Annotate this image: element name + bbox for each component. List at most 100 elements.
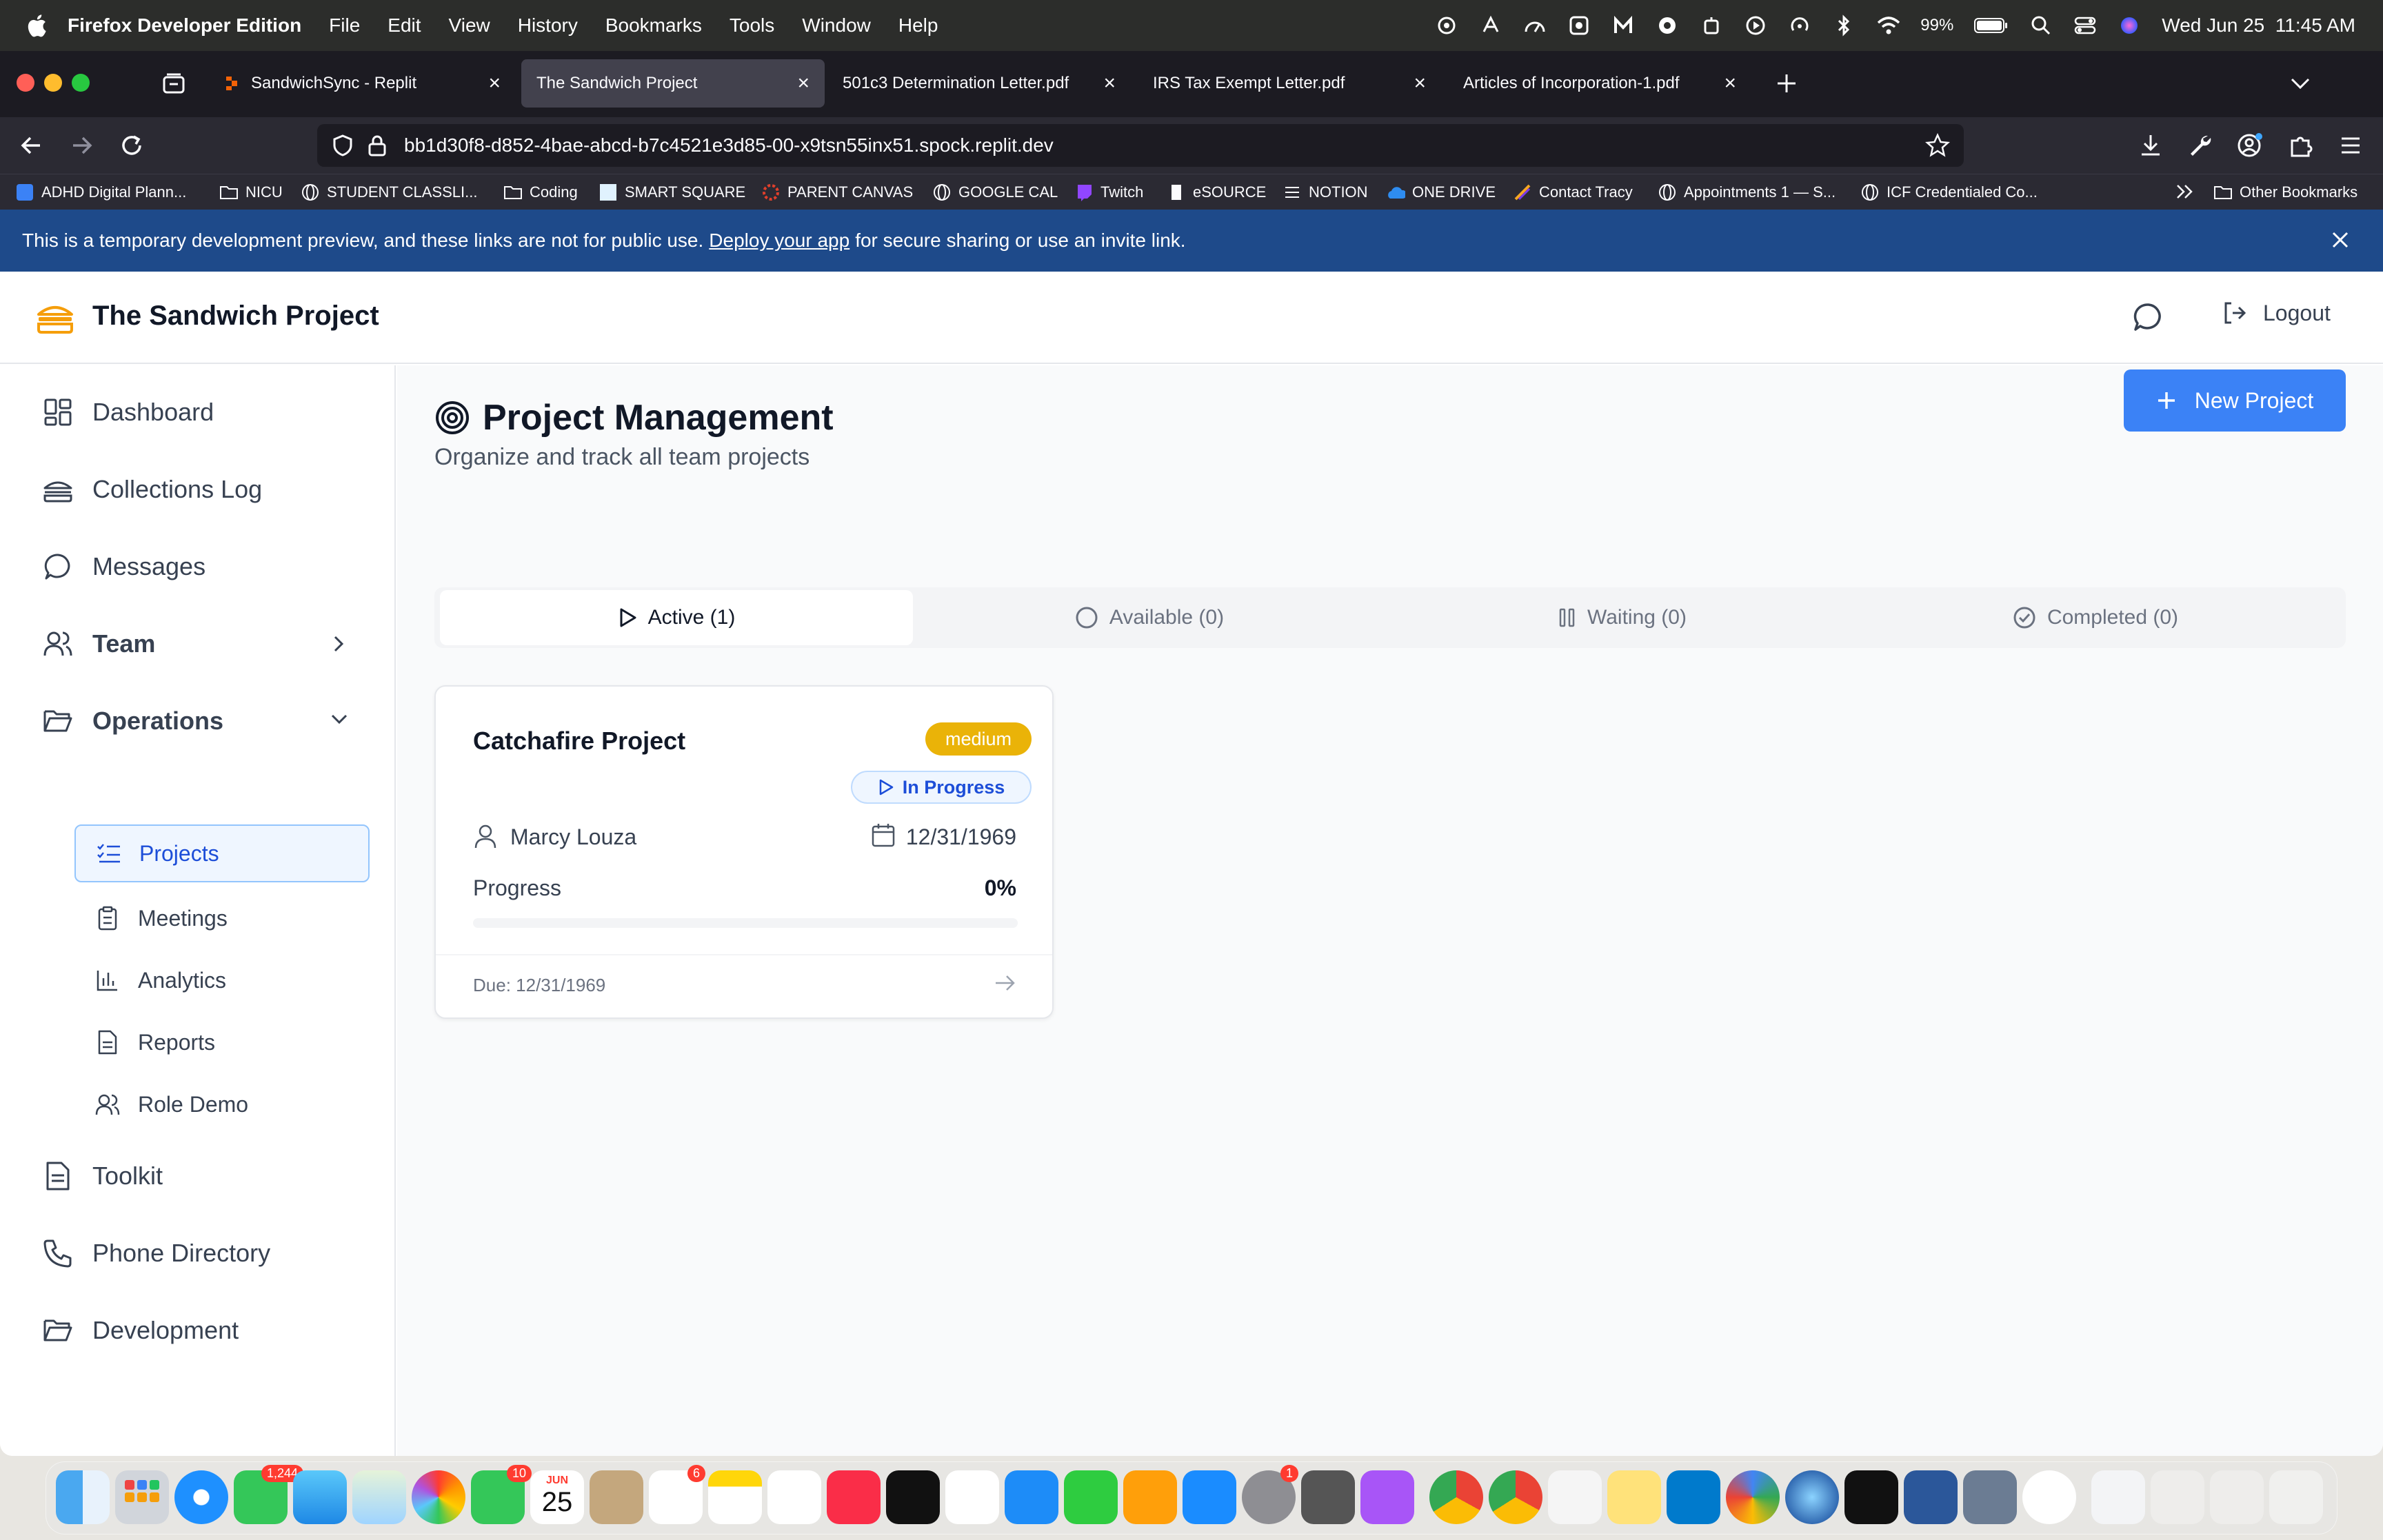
- menu-file[interactable]: File: [329, 14, 360, 37]
- firefox-dev-icon[interactable]: [1785, 1470, 1839, 1524]
- downloads-stack-icon[interactable]: [2151, 1470, 2204, 1524]
- launchpad-icon[interactable]: [115, 1470, 169, 1524]
- claude-icon[interactable]: [1479, 14, 1502, 37]
- lock-icon[interactable]: [367, 134, 388, 157]
- menu-history[interactable]: History: [518, 14, 578, 37]
- chevron-down-icon[interactable]: [328, 711, 350, 728]
- reload-icon[interactable]: [119, 132, 145, 159]
- spotlight-search-icon[interactable]: [2029, 14, 2053, 37]
- close-tab-icon[interactable]: ×: [1414, 72, 1426, 95]
- play-icon[interactable]: [1744, 14, 1767, 37]
- grid-app-icon[interactable]: [1567, 14, 1591, 37]
- vscode-icon[interactable]: [1667, 1470, 1720, 1524]
- menu-tools[interactable]: Tools: [730, 14, 774, 37]
- bookmark-icf-credentialed[interactable]: ICF Credentialed Co...: [1860, 183, 2038, 202]
- tab-available[interactable]: Available (0): [913, 590, 1386, 645]
- google-photos-icon[interactable]: [1726, 1470, 1780, 1524]
- close-window-button[interactable]: [17, 74, 34, 92]
- tab-active[interactable]: Active (1): [440, 590, 913, 645]
- trash-icon[interactable]: [2269, 1470, 2323, 1524]
- sidebar-subitem-meetings[interactable]: Meetings: [74, 889, 370, 947]
- battery-icon[interactable]: [1974, 14, 2009, 37]
- photos-icon[interactable]: [412, 1470, 465, 1524]
- tab-articles-of-incorporation[interactable]: Articles of Incorporation-1.pdf ×: [1448, 59, 1751, 108]
- chevron-right-icon[interactable]: [331, 633, 348, 655]
- maps-icon[interactable]: [352, 1470, 406, 1524]
- wrench-icon[interactable]: [2187, 132, 2213, 159]
- messages-app-icon[interactable]: 1,244: [234, 1465, 304, 1524]
- bookmark-star-icon[interactable]: [1925, 133, 1950, 158]
- menu-window[interactable]: Window: [802, 14, 871, 37]
- bookmark-notion[interactable]: NOTION: [1283, 183, 1368, 202]
- robot-icon[interactable]: [1700, 14, 1723, 37]
- bookmark-twitch[interactable]: Twitch: [1074, 183, 1143, 202]
- chatgpt-app-icon[interactable]: [2022, 1470, 2076, 1524]
- close-tab-icon[interactable]: ×: [488, 72, 501, 95]
- sidebar-subitem-reports[interactable]: Reports: [74, 1013, 370, 1071]
- bookmark-parent-canvas[interactable]: PARENT CANVAS: [761, 183, 913, 202]
- keynote-icon[interactable]: [1005, 1470, 1058, 1524]
- mail-icon[interactable]: [293, 1470, 347, 1524]
- sidebar-item-toolkit[interactable]: Toolkit: [41, 1159, 163, 1193]
- sidebar-item-development[interactable]: Development: [41, 1314, 239, 1347]
- close-tab-icon[interactable]: ×: [1724, 72, 1736, 95]
- screenshots-stack-icon[interactable]: [2210, 1470, 2264, 1524]
- deploy-your-app-link[interactable]: Deploy your app: [709, 230, 849, 252]
- feedback-icon[interactable]: [1360, 1470, 1414, 1524]
- bookmark-appointments[interactable]: Appointments 1 — S...: [1658, 183, 1836, 202]
- menubar-app-name[interactable]: Firefox Developer Edition: [68, 14, 301, 37]
- malwarebytes-icon[interactable]: [1611, 14, 1635, 37]
- cursor-icon[interactable]: [1844, 1470, 1898, 1524]
- back-arrow-icon[interactable]: [18, 132, 44, 159]
- zoom-window-button[interactable]: [72, 74, 90, 92]
- system-settings-icon[interactable]: 1: [1242, 1465, 1299, 1524]
- chatgpt-icon[interactable]: [1435, 14, 1458, 37]
- close-tab-icon[interactable]: ×: [797, 72, 810, 95]
- logout-button[interactable]: Logout: [2220, 299, 2331, 327]
- chrome-canary-icon[interactable]: [1489, 1470, 1542, 1524]
- calendar-app-icon[interactable]: JUN 25: [530, 1470, 584, 1524]
- bookmark-coding[interactable]: Coding: [503, 183, 578, 202]
- menu-edit[interactable]: Edit: [388, 14, 421, 37]
- list-tabs-chevron-down-icon[interactable]: [2288, 73, 2313, 94]
- menu-view[interactable]: View: [449, 14, 490, 37]
- menubar-clock[interactable]: Wed Jun 25 11:45 AM: [2162, 14, 2355, 37]
- circle-app-icon[interactable]: [1656, 14, 1679, 37]
- address-bar[interactable]: bb1d30f8-d852-4bae-abcd-b7c4521e3d85-00-…: [317, 124, 1964, 167]
- reminders-icon[interactable]: 6: [649, 1465, 706, 1524]
- sidebar-item-team[interactable]: Team: [41, 627, 352, 660]
- control-center-icon[interactable]: [2073, 14, 2097, 37]
- messages-chat-icon[interactable]: [2132, 301, 2165, 334]
- textedit-icon[interactable]: [1548, 1470, 1602, 1524]
- pdf-document-icon[interactable]: [2091, 1470, 2145, 1524]
- sidebar-subitem-role-demo[interactable]: Role Demo: [74, 1075, 370, 1133]
- sidebar-item-dashboard[interactable]: Dashboard: [41, 396, 214, 429]
- stickies-icon[interactable]: [1607, 1470, 1661, 1524]
- news-icon[interactable]: [945, 1470, 999, 1524]
- arrow-right-icon[interactable]: [993, 972, 1018, 994]
- notes-icon[interactable]: [708, 1470, 762, 1524]
- project-card[interactable]: Catchafire Project medium In Progress Ma…: [434, 685, 1054, 1019]
- menu-help[interactable]: Help: [898, 14, 938, 37]
- iphone-mirroring-icon[interactable]: [1301, 1470, 1355, 1524]
- chrome-icon[interactable]: [1429, 1470, 1483, 1524]
- bluetooth-icon[interactable]: [1832, 14, 1856, 37]
- bookmark-esource[interactable]: eSOURCE: [1167, 183, 1266, 202]
- numbers-icon[interactable]: [1064, 1470, 1118, 1524]
- freeform-icon[interactable]: [767, 1470, 821, 1524]
- wifi-icon[interactable]: [1876, 14, 1900, 37]
- app-store-icon[interactable]: [1183, 1470, 1236, 1524]
- bookmark-nicu[interactable]: NICU: [219, 183, 283, 202]
- pages-icon[interactable]: [1123, 1470, 1177, 1524]
- tab-completed[interactable]: Completed (0): [1859, 590, 2332, 645]
- new-tab-icon[interactable]: [1773, 70, 1800, 97]
- account-icon[interactable]: [2237, 132, 2264, 159]
- music-icon[interactable]: [827, 1470, 881, 1524]
- bookmark-contact-tracy[interactable]: Contact Tracy: [1513, 183, 1633, 202]
- sidebar-item-operations[interactable]: Operations: [41, 705, 352, 738]
- other-bookmarks[interactable]: Other Bookmarks: [2213, 183, 2357, 202]
- sidebar-subitem-analytics[interactable]: Analytics: [74, 951, 370, 1009]
- safari-icon[interactable]: [174, 1470, 228, 1524]
- bookmarks-overflow-chevron-icon[interactable]: [2175, 183, 2195, 201]
- apple-tv-icon[interactable]: [886, 1470, 940, 1524]
